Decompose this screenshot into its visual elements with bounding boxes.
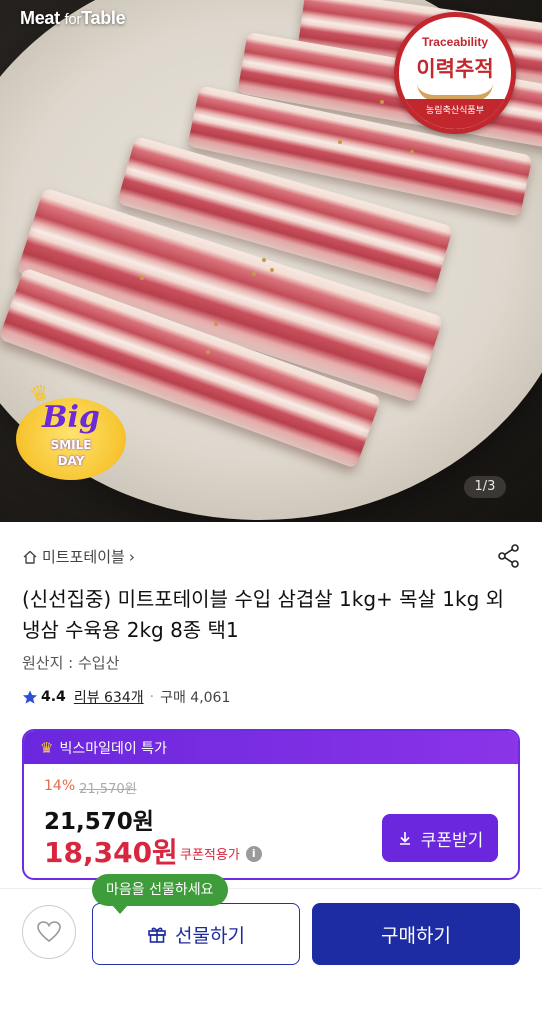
buy-button[interactable]: 구매하기 (312, 903, 520, 965)
deal-label: 빅스마일데이 특가 (59, 740, 167, 757)
original-price: 21,570원 (79, 782, 137, 797)
wishlist-button[interactable] (22, 905, 76, 959)
pepper-speck (214, 322, 218, 326)
pepper-speck (140, 276, 144, 280)
gift-tooltip: 마음을 선물하세요 (92, 874, 228, 914)
pepper-speck (410, 150, 414, 154)
pepper-speck (262, 258, 266, 262)
coupon-button-label: 쿠폰받기 (420, 830, 484, 850)
star-icon (23, 690, 37, 704)
origin-text: 원산지 : 수입산 (22, 654, 120, 672)
pepper-speck (252, 272, 256, 276)
discount-percent: 14% (44, 778, 76, 794)
traceability-badge: Traceability 이력추적 농림축산식품부 (394, 12, 516, 134)
discount-row: 14% 21,570원 (44, 778, 137, 797)
info-icon[interactable]: i (245, 845, 262, 862)
home-icon (23, 550, 37, 564)
brand-logo: Meat forTable (20, 8, 126, 28)
gift-icon (148, 927, 166, 943)
gift-button-label: 선물하기 (175, 925, 245, 947)
product-image[interactable]: Meat forTable Traceability 이력추적 농림축산식품부 … (0, 0, 542, 522)
share-icon[interactable] (496, 543, 522, 569)
pepper-speck (270, 268, 274, 272)
reviews-link[interactable]: 리뷰 634개 (74, 687, 144, 707)
deal-box: ♛ 빅스마일데이 특가 14% 21,570원 21,570원 18,340원 … (22, 729, 520, 880)
coupon-price-label: 쿠폰적용가 i (180, 844, 262, 863)
pepper-speck (338, 140, 342, 144)
brand-name: 미트포테이블 (42, 548, 125, 566)
deal-header: ♛ 빅스마일데이 특가 (24, 731, 518, 764)
pepper-speck (380, 100, 384, 104)
rating-row: 4.4 리뷰 634개 · 구매 4,061 (22, 687, 230, 707)
heart-icon (37, 921, 61, 943)
product-title: (신선집중) 미트포테이블 수입 삼겹살 1kg+ 목살 1kg 외 냉삼 수육… (22, 587, 505, 642)
crown-icon: ♛ (40, 738, 54, 757)
coupon-label-text: 쿠폰적용가 (180, 848, 240, 863)
separator-dot: · (149, 689, 155, 705)
brand-link[interactable]: 미트포테이블 › (22, 546, 135, 567)
get-coupon-button[interactable]: 쿠폰받기 (382, 814, 498, 862)
divider (0, 888, 542, 889)
rating-score: 4.4 (41, 689, 66, 705)
pepper-speck (206, 350, 210, 354)
coupon-price: 18,340원 (44, 836, 178, 869)
big-smile-day-badge: ♛ Big SMILE DAY (16, 380, 126, 480)
download-icon (399, 832, 410, 845)
chevron-right-icon: › (128, 547, 135, 566)
purchase-count: 구매 4,061 (160, 690, 231, 706)
image-counter: 1/3 (464, 476, 506, 498)
